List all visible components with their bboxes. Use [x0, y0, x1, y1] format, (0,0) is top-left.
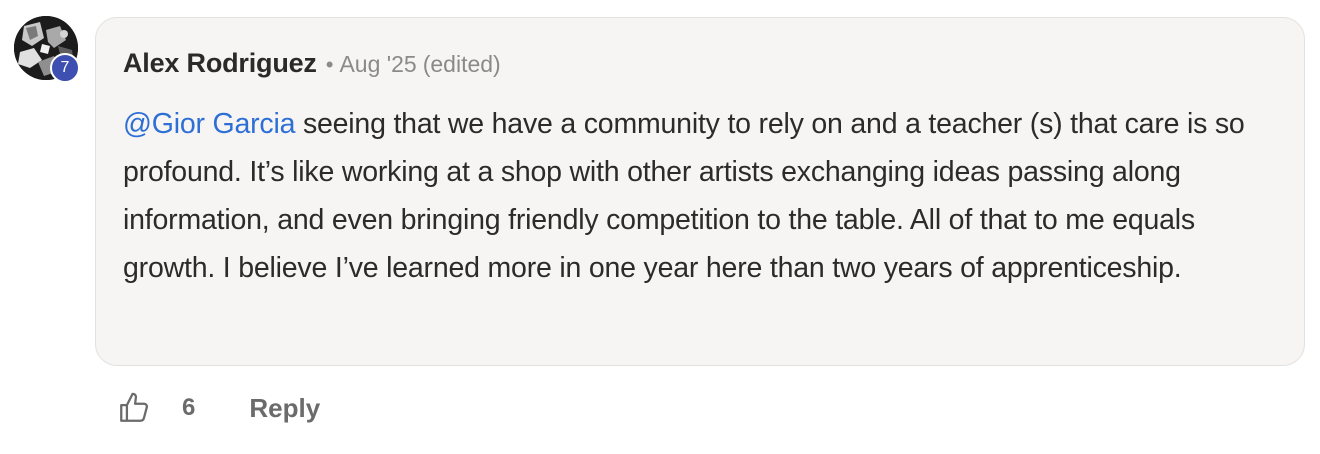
thumbs-up-icon [120, 392, 149, 422]
comment: 7 Alex Rodriguez • Aug '25 (edited) @Gio… [0, 0, 1320, 454]
comment-actions: 6 Reply [116, 388, 320, 428]
level-badge: 7 [50, 53, 80, 83]
meta-separator: • [325, 52, 334, 77]
edited-label: (edited) [422, 51, 501, 77]
comment-body: @Gior Garcia seeing that we have a commu… [123, 100, 1276, 292]
comment-meta: Alex Rodriguez • Aug '25 (edited) [123, 48, 1276, 86]
timestamp[interactable]: Aug '25 [339, 51, 416, 78]
mention-link[interactable]: @Gior Garcia [123, 108, 295, 140]
like-button[interactable] [116, 388, 152, 428]
reply-button[interactable]: Reply [249, 393, 320, 424]
author-avatar-container[interactable]: 7 [14, 16, 82, 84]
author-name[interactable]: Alex Rodriguez [123, 48, 317, 79]
like-count: 6 [182, 394, 196, 421]
comment-bubble: Alex Rodriguez • Aug '25 (edited) @Gior … [95, 17, 1305, 366]
